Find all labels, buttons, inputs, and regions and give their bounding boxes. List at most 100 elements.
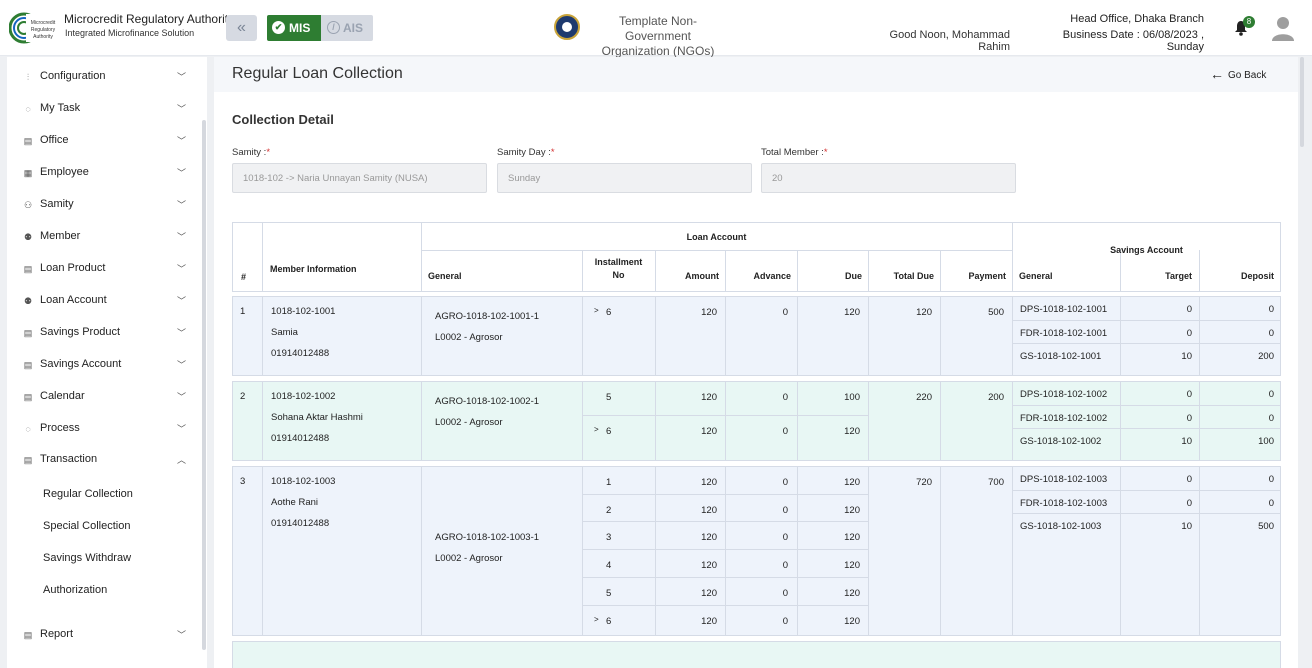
sidebar-subitem-special-collection[interactable]: Special Collection bbox=[43, 520, 130, 532]
installment-advance: 0 bbox=[782, 426, 788, 437]
header-installment-no: No bbox=[612, 270, 625, 280]
loan-account-number[interactable]: AGRO-1018-102-1003-1 bbox=[435, 532, 539, 543]
sidebar-item-member[interactable]: ⚉ Member ﹀ bbox=[7, 227, 202, 247]
current-installment-chevron-icon: > bbox=[594, 425, 599, 434]
savings-target: 0 bbox=[1186, 412, 1192, 424]
savings-deposit[interactable]: 500 bbox=[1199, 521, 1274, 532]
header-deposit: Deposit bbox=[1240, 271, 1274, 281]
sidebar-item-label: Loan Product bbox=[40, 262, 106, 274]
member-phone: 01914012488 bbox=[271, 433, 330, 444]
samity-day-label: Samity Day :* bbox=[497, 147, 555, 158]
sidebar-item-label: Samity bbox=[40, 198, 74, 210]
payment-amount[interactable]: 700 bbox=[940, 477, 1004, 488]
installment-advance: 0 bbox=[782, 307, 788, 318]
sidebar-item-report[interactable]: ▤ Report ﹀ bbox=[7, 625, 202, 645]
chevron-down-icon: ﹀ bbox=[177, 232, 187, 242]
savings-divider bbox=[1012, 489, 1281, 491]
sidebar-item-loan-account[interactable]: ⚉ Loan Account ﹀ bbox=[7, 291, 202, 311]
loan-account-number[interactable]: AGRO-1018-102-1002-1 bbox=[435, 396, 539, 407]
sidebar-item-configuration[interactable]: ⫶ Configuration ﹀ bbox=[7, 67, 202, 87]
loan-account-number[interactable]: AGRO-1018-102-1001-1 bbox=[435, 311, 539, 322]
savings-deposit[interactable]: 0 bbox=[1199, 498, 1274, 509]
column-divider bbox=[262, 222, 263, 292]
sidebar-item-savings-account[interactable]: ▤ Savings Account ﹀ bbox=[7, 355, 202, 375]
header-general: General bbox=[428, 271, 462, 281]
sidebar-item-employee[interactable]: ▦ Employee ﹀ bbox=[7, 163, 202, 183]
mis-mode-button[interactable]: ✔ MIS bbox=[267, 15, 321, 41]
sidebar-item-loan-product[interactable]: ▤ Loan Product ﹀ bbox=[7, 259, 202, 279]
savings-account-number: FDR-1018-102-1001 bbox=[1020, 327, 1108, 339]
sidebar-item-label: My Task bbox=[40, 102, 81, 114]
savings-account-number: DPS-1018-102-1003 bbox=[1020, 474, 1108, 485]
savings-divider bbox=[1012, 513, 1281, 514]
sidebar-item-my-task[interactable]: ◌ My Task ﹀ bbox=[7, 99, 202, 119]
main-scrollbar[interactable] bbox=[1300, 57, 1304, 147]
sidebar-item-process[interactable]: ◌ Process ﹀ bbox=[7, 419, 202, 439]
column-divider bbox=[262, 296, 263, 376]
samity-field[interactable]: 1018-102 -> Naria Unnayan Samity (NUSA) bbox=[232, 163, 487, 193]
installment-advance: 0 bbox=[782, 560, 788, 572]
sidebar-item-label: Employee bbox=[40, 166, 89, 178]
savings-deposit[interactable]: 0 bbox=[1199, 304, 1274, 315]
sidebar-subitem-regular-collection[interactable]: Regular Collection bbox=[43, 488, 133, 500]
savings-deposit[interactable]: 0 bbox=[1199, 389, 1274, 400]
installment-amount: 120 bbox=[701, 587, 717, 599]
member-phone: 01914012488 bbox=[271, 348, 330, 359]
savings-deposit[interactable]: 200 bbox=[1199, 351, 1274, 362]
sidebar-item-samity[interactable]: ⚇ Samity ﹀ bbox=[7, 195, 202, 215]
savings-divider bbox=[1012, 428, 1281, 429]
chevron-down-icon: ﹀ bbox=[177, 200, 187, 210]
brand-subtitle: Integrated Microfinance Solution bbox=[65, 28, 195, 38]
savings-account-number: FDR-1018-102-1003 bbox=[1020, 497, 1108, 509]
go-back-button[interactable]: ← Go Back bbox=[1210, 66, 1266, 82]
savings-deposit[interactable]: 0 bbox=[1199, 474, 1274, 485]
column-divider bbox=[262, 466, 263, 636]
savings-deposit[interactable]: 100 bbox=[1199, 436, 1274, 447]
loan-product: L0002 - Agrosor bbox=[435, 417, 503, 428]
sidebar-item-savings-product[interactable]: ▤ Savings Product ﹀ bbox=[7, 323, 202, 343]
savings-target: 0 bbox=[1186, 304, 1192, 315]
row-number: 3 bbox=[240, 476, 246, 487]
installment-no: 4 bbox=[606, 560, 612, 572]
sidebar-item-transaction[interactable]: ▤ Transaction ︿ bbox=[7, 450, 202, 470]
chevron-down-icon: ﹀ bbox=[177, 392, 187, 402]
member-name: Samia bbox=[271, 327, 298, 338]
savings-target: 10 bbox=[1181, 436, 1192, 447]
column-divider bbox=[655, 466, 656, 636]
total-member-field[interactable]: 20 bbox=[761, 163, 1016, 193]
section-title: Collection Detail bbox=[232, 112, 334, 127]
savings-deposit[interactable]: 0 bbox=[1199, 328, 1274, 339]
row-number: 1 bbox=[240, 306, 246, 317]
column-divider bbox=[1120, 466, 1121, 636]
payment-amount[interactable]: 200 bbox=[940, 392, 1004, 403]
savings-deposit[interactable]: 0 bbox=[1199, 413, 1274, 424]
top-header: Microcredit Regulatory Authority Microcr… bbox=[0, 0, 1312, 58]
sidebar-subitem-savings-withdraw[interactable]: Savings Withdraw bbox=[43, 552, 131, 564]
savings-divider bbox=[1012, 343, 1281, 344]
sidebar-item-office[interactable]: ▤ Office ﹀ bbox=[7, 131, 202, 151]
member-phone: 01914012488 bbox=[271, 518, 330, 529]
payment-amount[interactable]: 500 bbox=[940, 307, 1004, 318]
svg-text:Microcredit: Microcredit bbox=[31, 20, 56, 26]
ais-mode-button[interactable]: / AIS bbox=[321, 15, 373, 41]
savings-account-number: GS-1018-102-1002 bbox=[1020, 436, 1102, 447]
chevron-down-icon: ﹀ bbox=[177, 424, 187, 434]
installment-no: 5 bbox=[606, 392, 612, 403]
header-installment: Installment bbox=[594, 257, 643, 267]
column-divider bbox=[582, 296, 583, 376]
sidebar-item-calendar[interactable]: ▤ Calendar ﹀ bbox=[7, 387, 202, 407]
sidebar-subitem-authorization[interactable]: Authorization bbox=[43, 584, 107, 596]
mra-logo: Microcredit Regulatory Authority bbox=[9, 12, 59, 44]
user-avatar-icon[interactable] bbox=[1271, 15, 1295, 41]
member-name: Aothe Rani bbox=[271, 497, 319, 508]
installment-amount: 120 bbox=[701, 426, 717, 437]
samity-day-field[interactable]: Sunday bbox=[497, 163, 752, 193]
sidebar-scrollbar[interactable] bbox=[202, 120, 206, 650]
savings-target: 0 bbox=[1186, 389, 1192, 400]
installment-no: 3 bbox=[606, 532, 612, 544]
chevron-up-icon: ︿ bbox=[177, 455, 187, 465]
collapse-sidebar-button[interactable]: « bbox=[226, 15, 257, 41]
sidebar-item-label: Loan Account bbox=[40, 294, 107, 306]
chevron-down-icon: ﹀ bbox=[177, 360, 187, 370]
header-num: # bbox=[241, 272, 247, 282]
